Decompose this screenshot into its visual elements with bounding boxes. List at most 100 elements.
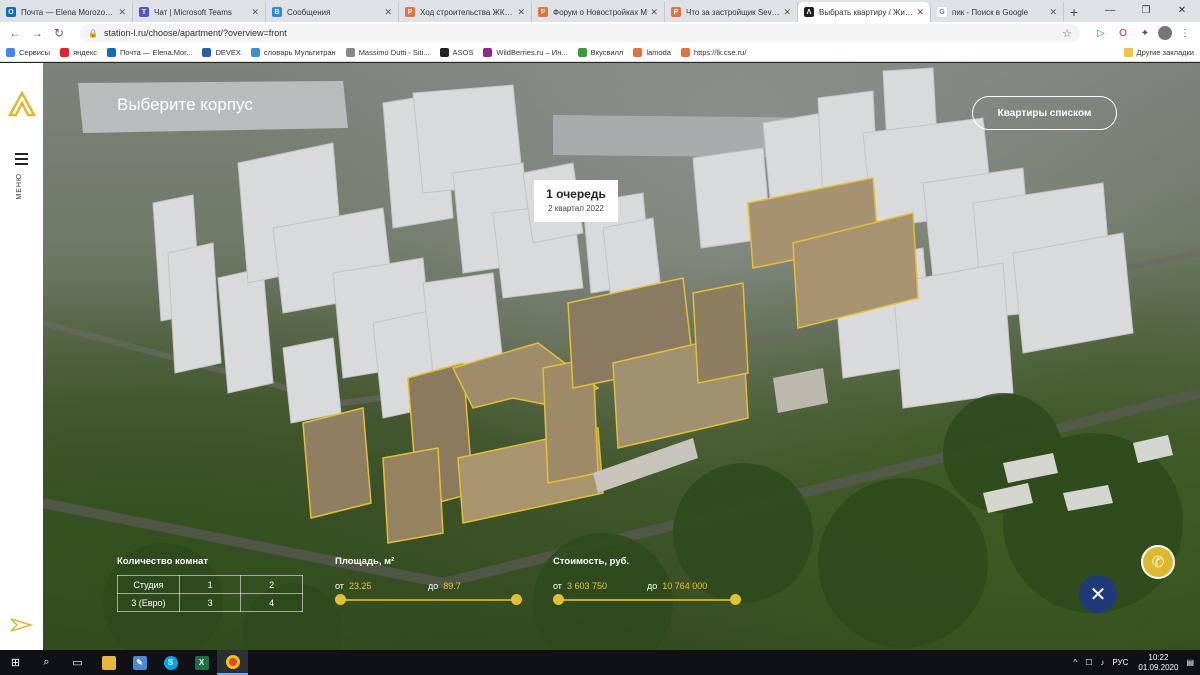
browser-tab[interactable]: T Чат | Microsoft Teams ✕: [133, 2, 266, 22]
browser-tab[interactable]: O Почта — Elena Morozova – ✕: [0, 2, 133, 22]
bookmark-item[interactable]: https://lk.cse.ru/: [680, 48, 747, 57]
call-button[interactable]: ✆: [1141, 545, 1175, 579]
volume-icon[interactable]: ♪: [1100, 658, 1104, 667]
url-input[interactable]: 🔒 station-l.ru/choose/apartment/?overvie…: [80, 24, 1080, 42]
tab-close-icon[interactable]: ✕: [1049, 7, 1057, 18]
area-slider-min-handle[interactable]: [335, 594, 346, 605]
bookmark-favicon-icon: [6, 48, 15, 57]
apartments-list-button[interactable]: Квартиры списком: [972, 96, 1117, 130]
new-tab-button[interactable]: +: [1064, 2, 1084, 22]
bookmark-item[interactable]: яндекс: [60, 48, 97, 57]
extension-play-icon[interactable]: ▷: [1092, 24, 1110, 42]
price-slider-track[interactable]: [558, 599, 735, 601]
area-slider-max-handle[interactable]: [511, 594, 522, 605]
back-icon[interactable]: ←: [6, 24, 24, 42]
tab-title: Что за застройщик Seven: [686, 7, 781, 17]
tab-close-icon[interactable]: ✕: [517, 7, 525, 18]
tab-favicon-icon: Р: [538, 7, 548, 17]
extensions-puzzle-icon[interactable]: ✦: [1136, 24, 1154, 42]
bookmark-item[interactable]: Вкусвилл: [577, 48, 623, 57]
sidebar: МЕНЮ: [0, 63, 43, 650]
search-icon[interactable]: ⌕: [31, 650, 62, 675]
logo-icon[interactable]: [8, 91, 36, 119]
bookmark-item[interactable]: WildBerries.ru – Ин...: [483, 48, 568, 57]
clock[interactable]: 10:22 01.09.2020: [1138, 653, 1178, 673]
reload-icon[interactable]: ↻: [50, 24, 68, 42]
bookmark-favicon-icon: [345, 48, 355, 57]
room-option-3-euro[interactable]: 3 (Евро): [117, 593, 180, 612]
tab-close-icon[interactable]: ✕: [916, 7, 924, 18]
menu-label[interactable]: МЕНЮ: [16, 173, 23, 200]
room-option-3[interactable]: 3: [178, 593, 242, 612]
close-window-icon[interactable]: ✕: [1164, 0, 1200, 20]
phase-tooltip[interactable]: 1 очередь 2 квартал 2022: [534, 180, 618, 222]
url-text: station-l.ru/choose/apartment/?overview=…: [103, 28, 287, 38]
page-title: Выберите корпус: [117, 95, 253, 114]
browser-tab[interactable]: Λ Выбрать квартиру / Жило ✕: [798, 2, 931, 22]
windows-start-icon[interactable]: ⊞: [0, 650, 31, 675]
browser-menu-icon[interactable]: ⋮: [1176, 24, 1194, 42]
tray-chevron-icon[interactable]: ^: [1073, 658, 1077, 667]
price-to: до 10 764 000: [647, 581, 707, 591]
bookmark-star-icon[interactable]: ☆: [1062, 27, 1072, 40]
menu-icon[interactable]: [15, 153, 28, 168]
browser-tab[interactable]: Р Форум о Новостройках М ✕: [532, 2, 665, 22]
bookmark-label: Почта — Elena.Mor...: [119, 48, 193, 57]
close-button[interactable]: ✕: [1079, 575, 1117, 613]
bookmark-favicon-icon: [60, 48, 70, 57]
price-to-value: 10 764 000: [662, 581, 708, 591]
tab-favicon-icon: В: [272, 7, 282, 17]
task-view-icon[interactable]: ▭: [62, 650, 93, 675]
bookmark-label: ASOS: [452, 48, 474, 57]
browser-tab[interactable]: Р Ход строительства ЖК «Л ✕: [399, 2, 532, 22]
browser-tab[interactable]: Gпик - Поиск в Google ✕: [931, 2, 1064, 22]
pen-app-icon[interactable]: ✎: [124, 650, 155, 675]
excel-icon[interactable]: X: [186, 650, 217, 675]
browser-tab[interactable]: В Сообщения ✕: [266, 2, 399, 22]
opera-icon[interactable]: O: [1114, 24, 1132, 42]
clock-date: 01.09.2020: [1138, 662, 1179, 672]
tab-close-icon[interactable]: ✕: [251, 7, 259, 18]
room-option-studio[interactable]: Студия: [117, 575, 180, 594]
minimize-icon[interactable]: —: [1092, 0, 1128, 20]
skype-icon[interactable]: S: [155, 650, 186, 675]
restore-icon[interactable]: ❐: [1128, 0, 1164, 20]
network-icon[interactable]: ☐: [1085, 658, 1092, 667]
tab-favicon-icon: G: [937, 7, 947, 17]
bookmark-item[interactable]: словарь Мультитран: [250, 48, 336, 57]
bookmark-item[interactable]: Massimo Dutti - Siti...: [345, 48, 430, 57]
bookmark-item[interactable]: Сервисы: [6, 48, 50, 57]
bookmark-item[interactable]: Почта — Elena.Mor...: [106, 48, 193, 57]
price-slider-min-handle[interactable]: [553, 594, 564, 605]
file-explorer-icon[interactable]: [93, 650, 124, 675]
bookmark-item[interactable]: lamoda: [633, 48, 671, 57]
bookmark-label: Massimo Dutti - Siti...: [358, 48, 430, 57]
other-bookmarks[interactable]: Другие закладки: [1123, 48, 1194, 57]
windows-taskbar: ⊞ ⌕ ▭ ✎ S X ^ ☐ ♪ РУС 10:22 01.09.2020 ▤: [0, 650, 1200, 675]
forward-icon[interactable]: →: [28, 24, 46, 42]
bookmark-favicon-icon: [439, 48, 449, 57]
bookmark-item[interactable]: DEVEX: [202, 48, 241, 57]
bookmark-label: словарь Мультитран: [263, 48, 336, 57]
tab-close-icon[interactable]: ✕: [384, 7, 392, 18]
price-from-value: 3 603 750: [566, 581, 607, 591]
area-slider-track[interactable]: [340, 599, 517, 601]
notifications-icon[interactable]: ▤: [1186, 658, 1194, 667]
browser-tab[interactable]: Р Что за застройщик Seven ✕: [665, 2, 798, 22]
profile-avatar[interactable]: [1158, 26, 1172, 40]
room-option-1[interactable]: 1: [178, 575, 242, 594]
room-option-4[interactable]: 4: [240, 593, 303, 612]
tab-close-icon[interactable]: ✕: [118, 7, 126, 18]
language-indicator[interactable]: РУС: [1112, 658, 1128, 667]
clock-time: 10:22: [1148, 652, 1169, 662]
window-controls: — ❐ ✕: [1092, 0, 1200, 20]
chrome-icon[interactable]: [217, 650, 248, 675]
rooms-filter-title: Количество комнат: [117, 556, 209, 567]
tab-close-icon[interactable]: ✕: [783, 7, 791, 18]
room-option-2[interactable]: 2: [240, 575, 303, 594]
bookmark-label: https://lk.cse.ru/: [693, 48, 747, 57]
tab-close-icon[interactable]: ✕: [650, 7, 658, 18]
price-slider-max-handle[interactable]: [730, 594, 741, 605]
bookmark-item[interactable]: ASOS: [439, 48, 474, 57]
close-icon: ✕: [1089, 583, 1107, 606]
